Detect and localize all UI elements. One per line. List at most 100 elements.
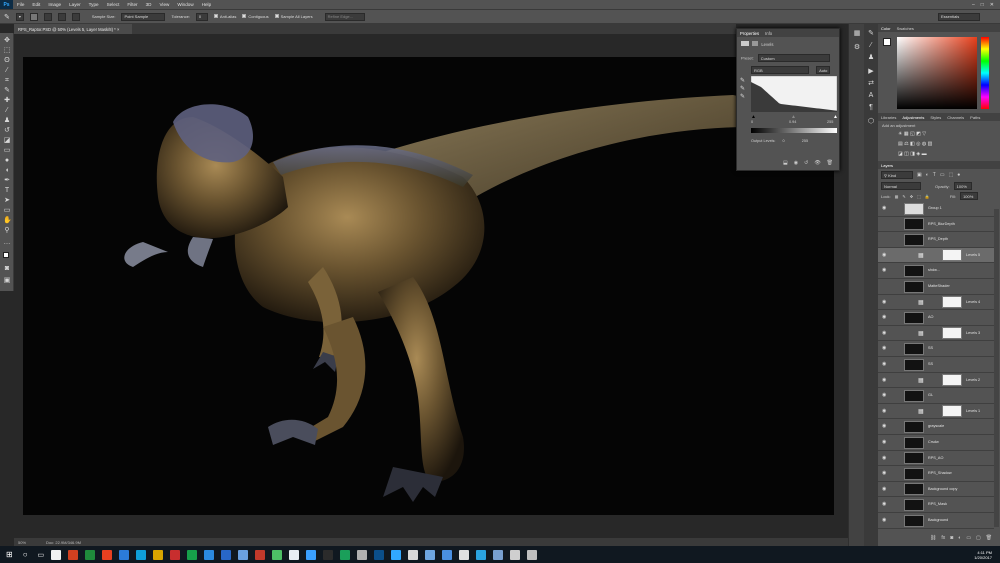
start-button-icon[interactable]: ⊞ — [6, 550, 13, 559]
lock-artboard-icon[interactable]: ⬚ — [917, 194, 921, 199]
tab-styles[interactable]: Styles — [930, 115, 941, 120]
layer-row[interactable]: ◉ ▦ Levels 4 — [878, 295, 994, 311]
taskbar-app-icon[interactable] — [408, 549, 419, 560]
layer-row[interactable]: MatteShader — [878, 279, 994, 295]
selection-subtract-icon[interactable] — [57, 12, 66, 21]
visibility-eye-icon[interactable]: ◉ — [882, 486, 887, 491]
black-point-eyedropper-icon[interactable]: ✎ — [740, 77, 745, 85]
marquee-tool-icon[interactable]: ⬚ — [3, 47, 11, 55]
taskbar-app-icon[interactable] — [425, 549, 436, 560]
screen-mode-icon[interactable]: ▣ — [3, 277, 11, 285]
layer-thumbnail[interactable] — [904, 483, 924, 496]
layers-list[interactable]: ◉ Group 1 RPS_BlurDepth RPS_Depth ◉ ▦ Levels 5… — [878, 201, 1000, 529]
layer-row[interactable]: RPS_BlurDepth — [878, 217, 994, 233]
taskbar-app-icon[interactable] — [255, 549, 266, 560]
taskbar-app-icon[interactable] — [391, 549, 402, 560]
taskbar-app-icon[interactable] — [221, 549, 232, 560]
taskbar-clock[interactable]: 4:11 PM 1/20/2017 — [974, 550, 1000, 560]
tab-paths[interactable]: Paths — [970, 115, 980, 120]
layer-thumbnail[interactable] — [904, 452, 924, 465]
taskbar-app-icon[interactable] — [374, 549, 385, 560]
layer-style-icon[interactable]: fx — [941, 535, 945, 541]
hue-saturation-icon[interactable]: ▤ — [898, 141, 903, 147]
taskbar-app-icon[interactable] — [442, 549, 453, 560]
tab-color[interactable]: Color — [881, 26, 891, 31]
visibility-eye-icon[interactable]: ◉ — [882, 471, 887, 476]
posterize-icon[interactable]: ◫ — [904, 151, 909, 157]
close-tab-icon[interactable]: × — [117, 27, 119, 32]
delete-layer-icon[interactable]: 🗑 — [986, 535, 992, 541]
visibility-eye-icon[interactable] — [882, 222, 887, 226]
input-white-value[interactable]: 255 — [827, 120, 833, 124]
blend-mode-select[interactable]: Normal — [881, 182, 921, 190]
taskbar-app-icon[interactable] — [102, 549, 113, 560]
layer-kind-filter[interactable]: ⚲ Kind — [881, 171, 913, 179]
selection-add-icon[interactable] — [43, 12, 52, 21]
new-layer-icon[interactable]: ▢ — [976, 535, 981, 541]
black-white-icon[interactable]: ◧ — [910, 141, 915, 147]
visibility-eye-icon[interactable]: ◉ — [882, 252, 887, 257]
menu-filter[interactable]: Filter — [123, 2, 141, 7]
invert-icon[interactable]: ◪ — [898, 151, 903, 157]
taskbar-app-icon[interactable] — [527, 549, 538, 560]
delete-adjustment-icon[interactable]: 🗑 — [827, 160, 833, 166]
filter-adjustment-icon[interactable]: ◐ — [926, 172, 929, 178]
vibrance-icon[interactable]: ▽ — [922, 131, 926, 137]
visibility-eye-icon[interactable]: ◉ — [882, 377, 887, 382]
tab-adjustments[interactable]: Adjustments — [902, 115, 924, 120]
taskbar-app-icon[interactable] — [51, 549, 62, 560]
reset-icon[interactable]: ↺ — [804, 160, 808, 166]
color-lookup-icon[interactable]: ▥ — [928, 141, 933, 147]
layer-row[interactable]: ◉ RPS_AO — [878, 451, 994, 467]
layer-row[interactable]: ◉ ▦ Levels 5 — [878, 247, 994, 264]
menu-type[interactable]: Type — [85, 2, 103, 7]
eyedropper-tool-icon[interactable]: ✎ — [4, 13, 10, 21]
selection-intersect-icon[interactable] — [71, 12, 80, 21]
filter-smart-icon[interactable]: ⬚ — [949, 172, 954, 178]
lock-transparent-icon[interactable]: ▦ — [895, 194, 899, 199]
eraser-tool-icon[interactable]: ◪ — [3, 137, 11, 145]
taskbar-app-icon[interactable] — [85, 549, 96, 560]
filter-shape-icon[interactable]: ▭ — [940, 172, 945, 178]
visibility-eye-icon[interactable]: ◉ — [882, 424, 887, 429]
view-previous-icon[interactable]: ◉ — [794, 160, 798, 166]
history-panel-icon[interactable]: ▦ — [853, 30, 861, 38]
sample-all-layers-checkbox[interactable]: Sample All Layers — [274, 14, 313, 19]
clone-source-icon[interactable]: ♟ — [867, 54, 875, 62]
input-sliders[interactable]: ▲ ▲ ▲ — [751, 114, 838, 120]
layer-thumbnail[interactable] — [904, 233, 924, 246]
workspace-switcher[interactable]: Essentials — [938, 12, 980, 21]
toggle-visibility-icon[interactable]: 👁 — [814, 160, 820, 166]
properties-panel-icon[interactable]: ⚙ — [853, 44, 861, 52]
menu-layer[interactable]: Layer — [65, 2, 85, 7]
tab-libraries[interactable]: Libraries — [881, 115, 896, 120]
filter-type-icon[interactable]: T — [933, 172, 936, 178]
layer-row[interactable]: ◉ AO — [878, 310, 994, 326]
brush-presets-icon[interactable]: ⁄ — [867, 42, 875, 50]
tab-swatches[interactable]: Swatches — [897, 26, 914, 31]
hand-tool-icon[interactable]: ✋ — [3, 217, 12, 225]
taskbar-app-icon[interactable] — [153, 549, 164, 560]
lasso-tool-icon[interactable]: ʘ — [3, 57, 11, 65]
layer-mask-thumbnail[interactable] — [942, 249, 962, 262]
layer-row[interactable]: ◉ ▦ Levels 2 — [878, 373, 994, 389]
exposure-icon[interactable]: ◩ — [916, 131, 921, 137]
layer-thumbnail[interactable] — [904, 342, 924, 355]
layer-row[interactable]: ◉ ▦ Levels 3 — [878, 326, 994, 342]
layer-row[interactable]: ◉ GL — [878, 388, 994, 404]
minimize-button[interactable]: – — [972, 2, 975, 8]
taskbar-app-icon[interactable] — [119, 549, 130, 560]
new-adjustment-icon[interactable]: ◐ — [958, 535, 961, 541]
cortana-search-icon[interactable]: ○ — [23, 550, 28, 559]
layer-thumbnail[interactable] — [904, 389, 924, 402]
color-balance-icon[interactable]: ⚖ — [904, 141, 908, 147]
brush-tool-icon[interactable]: ⁄ — [3, 107, 11, 115]
tool-preset-picker[interactable]: ▾ — [15, 12, 24, 21]
taskbar-app-icon[interactable] — [68, 549, 79, 560]
layer-row[interactable]: ◉ Background — [878, 513, 994, 529]
add-mask-icon[interactable]: ◙ — [950, 535, 953, 541]
taskbar-app-icon[interactable] — [272, 549, 283, 560]
paragraph-panel-icon[interactable]: ¶ — [867, 104, 875, 112]
anti-alias-checkbox[interactable]: Anti-alias — [213, 14, 236, 19]
channel-select[interactable]: RGB — [751, 66, 809, 74]
